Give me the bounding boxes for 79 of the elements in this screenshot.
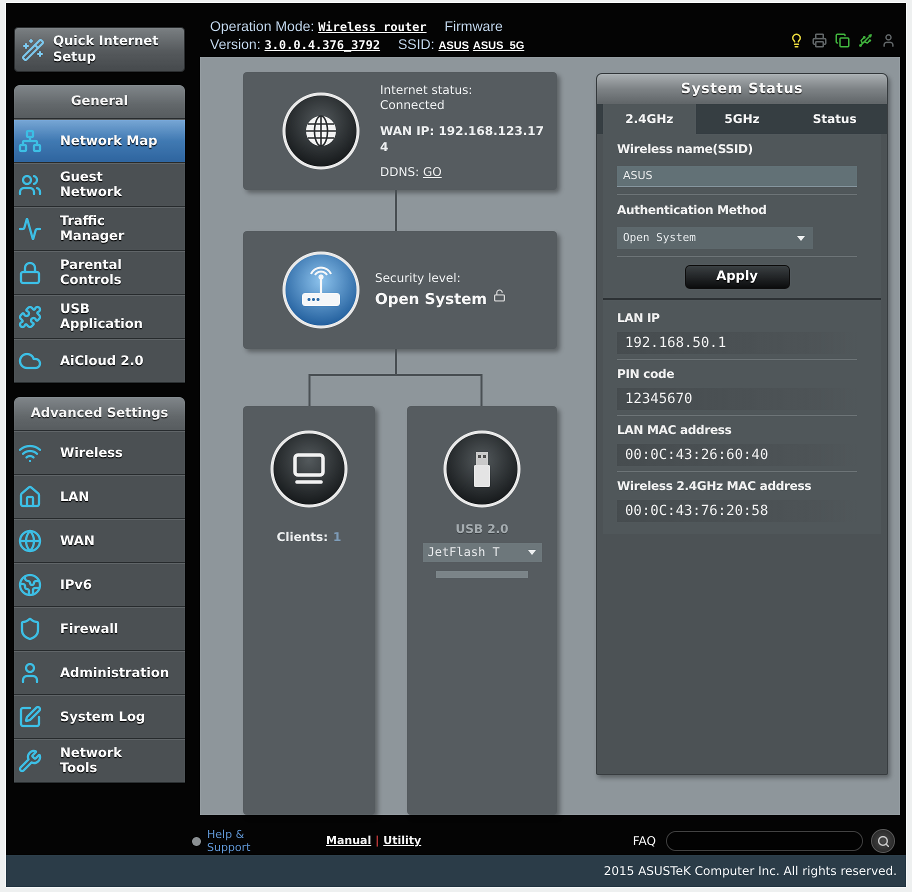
info-link[interactable]: Wireless router <box>318 20 427 34</box>
padlock-icon <box>493 289 506 302</box>
lightbulb-icon[interactable] <box>789 33 804 48</box>
footer-link[interactable]: Utility <box>383 834 422 848</box>
quick-setup-button[interactable]: Quick Internet Setup <box>14 27 185 72</box>
earth-icon <box>18 573 42 597</box>
pencil-note-icon <box>18 705 42 729</box>
wan-ip-text: WAN IP: 192.168.123.174 <box>380 122 545 154</box>
security-label: Security level: <box>375 271 462 286</box>
help-link[interactable]: Help & Support <box>207 828 263 854</box>
apply-button[interactable]: Apply <box>684 265 790 289</box>
footer-link[interactable]: Manual <box>326 834 372 848</box>
puzzle-icon <box>18 305 42 329</box>
ssid-input[interactable]: ASUS <box>617 166 857 187</box>
search-icon <box>876 834 890 848</box>
sidebar-item[interactable]: Network Tools <box>14 739 185 783</box>
monitor-icon[interactable] <box>270 430 348 508</box>
sidebar-item[interactable]: WAN <box>14 519 185 563</box>
search-button[interactable] <box>871 829 895 853</box>
disc-icon <box>192 836 201 846</box>
band-tab[interactable]: 5GHz <box>696 104 788 134</box>
info-label: PIN code <box>617 366 676 382</box>
sidebar-item[interactable]: LAN <box>14 475 185 519</box>
auth-method-select[interactable]: Open System <box>617 227 813 249</box>
caret-icon <box>797 236 805 240</box>
info-label: LAN IP <box>617 310 661 326</box>
info-link[interactable]: 3.0.0.4.376_3792 <box>264 38 380 52</box>
panel-title: System Status <box>597 74 887 104</box>
copyright-text: 2015 ASUSTeK Computer Inc. All rights reserved. <box>604 863 897 879</box>
info-label: LAN MAC address <box>617 422 732 438</box>
pulse-line-icon <box>18 217 42 241</box>
drive-select[interactable]: JetFlash T <box>422 543 542 562</box>
status-value: Connected <box>380 98 446 112</box>
ddns-link[interactable]: GO <box>422 164 442 178</box>
sidebar-item[interactable]: Wireless <box>14 431 185 475</box>
band-tab[interactable]: 2.4GHz <box>603 104 696 134</box>
router-info-text: Operation Mode: Wireless router Firmware Version: 3.0.0.4.376_3792 SSID: ASUS ASUS_5G <box>210 18 526 54</box>
sidebar-item[interactable]: USB Application <box>14 295 185 339</box>
wand-icon <box>21 38 45 62</box>
sidebar-item[interactable]: Guest Network <box>14 163 185 207</box>
usb-version-text: USB 2.0 <box>456 522 508 537</box>
band-tab[interactable]: Status <box>788 104 882 134</box>
people-icon <box>18 173 42 197</box>
ssid-link[interactable]: ASUS_5G <box>472 40 524 52</box>
security-value: Open System <box>375 289 488 309</box>
stacked-squares-icon[interactable] <box>835 33 850 48</box>
ssid-link[interactable]: ASUS <box>438 40 469 52</box>
router-icon[interactable] <box>282 251 360 329</box>
wrench-icon <box>18 749 42 773</box>
sidebar-item[interactable]: IPv6 <box>14 563 185 607</box>
info-label: Wireless 2.4GHz MAC address <box>617 478 812 494</box>
network-icon <box>18 129 42 153</box>
faq-label: FAQ <box>632 834 656 848</box>
usb-drive-icon[interactable] <box>443 430 521 508</box>
usb-icon[interactable] <box>858 33 873 48</box>
printer-icon[interactable] <box>812 33 827 48</box>
search-field[interactable] <box>666 831 863 851</box>
field-label: Authentication Method <box>617 202 768 218</box>
link-separator: | <box>375 834 380 848</box>
sidebar-item[interactable]: Administration <box>14 651 185 695</box>
sidebar-item[interactable]: Firewall <box>14 607 185 651</box>
sidebar-item[interactable]: AiCloud 2.0 <box>14 339 185 383</box>
menu-heading: Advanced Settings <box>14 397 185 431</box>
sidebar-item[interactable]: System Log <box>14 695 185 739</box>
status-label: Internet status: <box>380 82 474 98</box>
clients-label: Clients: <box>276 530 328 545</box>
sidebar-item[interactable]: Network Map <box>14 119 185 163</box>
sidebar-item[interactable]: Traffic Manager <box>14 207 185 251</box>
house-icon <box>18 485 42 509</box>
globe-icon <box>18 529 42 553</box>
ddns-label: DDNS: <box>380 164 420 178</box>
person-icon[interactable] <box>881 33 896 48</box>
sidebar-item[interactable]: Parental Controls <box>14 251 185 295</box>
menu-heading: General <box>14 85 185 119</box>
caret-icon <box>528 550 536 555</box>
field-label: Wireless name(SSID) <box>617 141 754 157</box>
globe-icon[interactable] <box>282 92 360 170</box>
padlock-icon <box>18 261 42 285</box>
shield-icon <box>18 617 42 641</box>
